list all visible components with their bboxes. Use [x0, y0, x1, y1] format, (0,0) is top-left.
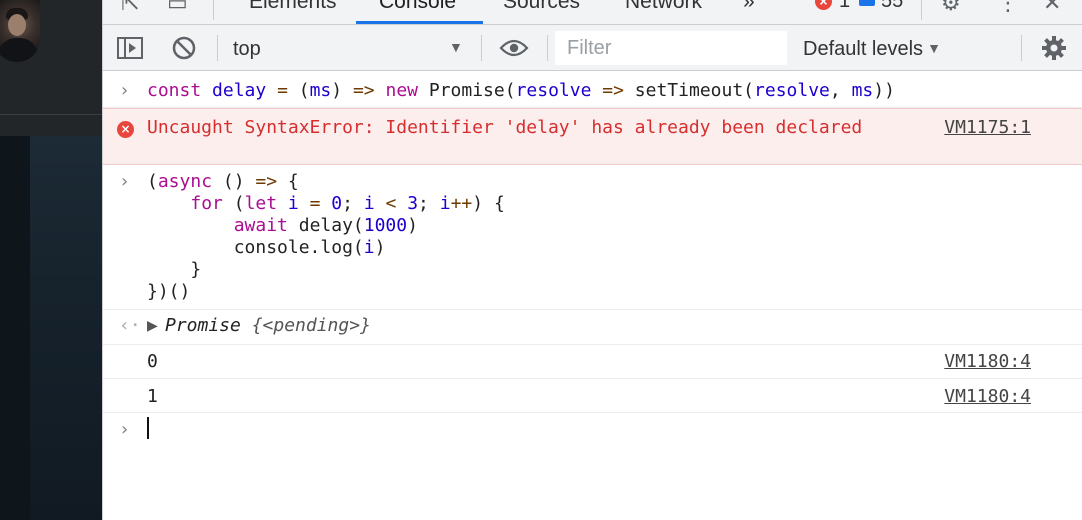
- code-token: setTimeout(: [634, 80, 755, 101]
- log-value[interactable]: 1: [147, 386, 158, 408]
- code-token: ,: [829, 80, 841, 101]
- row-divider: [103, 412, 1082, 413]
- console-input-code[interactable]: const delay = (ms) => new Promise(resolv…: [147, 80, 895, 102]
- code-token: resolve: [754, 80, 830, 101]
- console-prompt[interactable]: ›: [103, 419, 1082, 443]
- error-icon: ×: [117, 121, 134, 138]
- tabbar-divider: [213, 0, 214, 20]
- input-prompt-icon: ›: [119, 171, 130, 192]
- avatar-face: [8, 14, 26, 36]
- console-result: ‹· ▶ Promise {<pending>}: [103, 315, 1082, 339]
- context-selector[interactable]: top: [233, 38, 261, 61]
- row-divider: [103, 344, 1082, 345]
- error-text[interactable]: Uncaught SyntaxError: Identifier 'delay'…: [147, 117, 907, 139]
- tab-console[interactable]: Console: [379, 0, 456, 14]
- console-log-row: 1 VM1180:4: [103, 386, 1082, 408]
- console-input-block: › (async () => { for (let i = 0; i < 3; …: [103, 171, 1082, 303]
- error-icon[interactable]: ×: [815, 0, 832, 10]
- tabbar-divider: [921, 0, 922, 20]
- code-token: )): [873, 80, 895, 101]
- code-token: const: [147, 80, 202, 101]
- code-token: ms: [309, 80, 332, 101]
- console-input-line: › const delay = (ms) => new Promise(reso…: [103, 80, 1082, 102]
- console-log-row: 0 VM1180:4: [103, 351, 1082, 373]
- log-levels-label: Default levels: [803, 38, 924, 60]
- code-token: =: [277, 80, 288, 101]
- result-return-icon: ‹·: [119, 315, 141, 336]
- log-levels-dropdown[interactable]: Default levels ▼: [803, 38, 941, 61]
- row-divider: [103, 378, 1082, 379]
- message-icon[interactable]: [859, 0, 875, 6]
- chevron-down-icon[interactable]: ▼: [449, 39, 463, 55]
- settings-gear-icon[interactable]: ⚙: [941, 0, 961, 14]
- row-divider: [103, 309, 1082, 310]
- tab-sources[interactable]: Sources: [503, 0, 580, 14]
- show-sidebar-button[interactable]: [115, 25, 145, 71]
- log-value[interactable]: 0: [147, 351, 158, 373]
- gear-icon: [1042, 36, 1066, 60]
- log-source-link[interactable]: VM1180:4: [944, 351, 1031, 373]
- device-toolbar-icon[interactable]: ▭: [167, 0, 188, 14]
- console-output[interactable]: › const delay = (ms) => new Promise(reso…: [103, 71, 1082, 520]
- toolbar-divider: [1021, 35, 1022, 61]
- live-expression-button[interactable]: [497, 25, 531, 71]
- text-caret: [147, 417, 149, 439]
- error-count[interactable]: 1: [839, 0, 850, 13]
- devtools-panel: ⇱ ▭ Elements Console Sources Network » ×…: [102, 0, 1082, 520]
- error-source-link[interactable]: VM1175:1: [944, 117, 1031, 139]
- page-hero-edge: [0, 136, 30, 520]
- code-token: ms: [851, 80, 874, 101]
- console-settings-button[interactable]: [1037, 25, 1071, 71]
- expand-triangle-icon[interactable]: ▶: [147, 315, 158, 337]
- devtools-tabbar: ⇱ ▭ Elements Console Sources Network » ×…: [103, 0, 1082, 25]
- eye-icon: [499, 39, 529, 57]
- promise-label[interactable]: Promise: [165, 315, 241, 336]
- page-content: [0, 0, 102, 520]
- inspect-element-icon[interactable]: ⇱: [121, 0, 139, 14]
- avatar[interactable]: [0, 0, 40, 62]
- toolbar-divider: [217, 35, 218, 61]
- more-tabs-button[interactable]: »: [743, 0, 755, 14]
- tab-network[interactable]: Network: [625, 0, 702, 14]
- avatar-body: [0, 38, 38, 62]
- tab-elements[interactable]: Elements: [249, 0, 337, 14]
- code-token: new: [385, 80, 419, 101]
- code-token: delay: [212, 80, 267, 101]
- promise-state: {<pending>}: [251, 315, 371, 336]
- page-divider: [0, 114, 102, 115]
- log-source-link[interactable]: VM1180:4: [944, 386, 1031, 408]
- code-token: resolve: [515, 80, 592, 101]
- console-error-message: × Uncaught SyntaxError: Identifier 'dela…: [103, 108, 1082, 165]
- code-token: =>: [602, 80, 624, 101]
- toolbar-divider: [481, 35, 482, 61]
- chevron-down-icon: ▼: [927, 40, 941, 56]
- sidebar-toggle-icon: [117, 37, 143, 59]
- toolbar-divider: [547, 35, 548, 61]
- console-toolbar: top ▼ Default levels▼: [103, 25, 1082, 71]
- close-devtools-icon[interactable]: ✕: [1043, 0, 1061, 14]
- code-token: Promise(: [428, 80, 516, 101]
- code-token: =>: [352, 80, 375, 101]
- clear-console-icon: [172, 36, 196, 60]
- filter-input[interactable]: [555, 31, 787, 65]
- prompt-chevron-icon: ›: [119, 419, 130, 440]
- message-count[interactable]: 55: [881, 0, 903, 13]
- tab-console-indicator: [356, 21, 483, 24]
- more-options-icon[interactable]: ⋮: [997, 0, 1019, 14]
- clear-console-button[interactable]: [169, 25, 199, 71]
- console-input-code[interactable]: (async () => { for (let i = 0; i < 3; i+…: [147, 171, 505, 303]
- input-prompt-icon: ›: [119, 80, 130, 101]
